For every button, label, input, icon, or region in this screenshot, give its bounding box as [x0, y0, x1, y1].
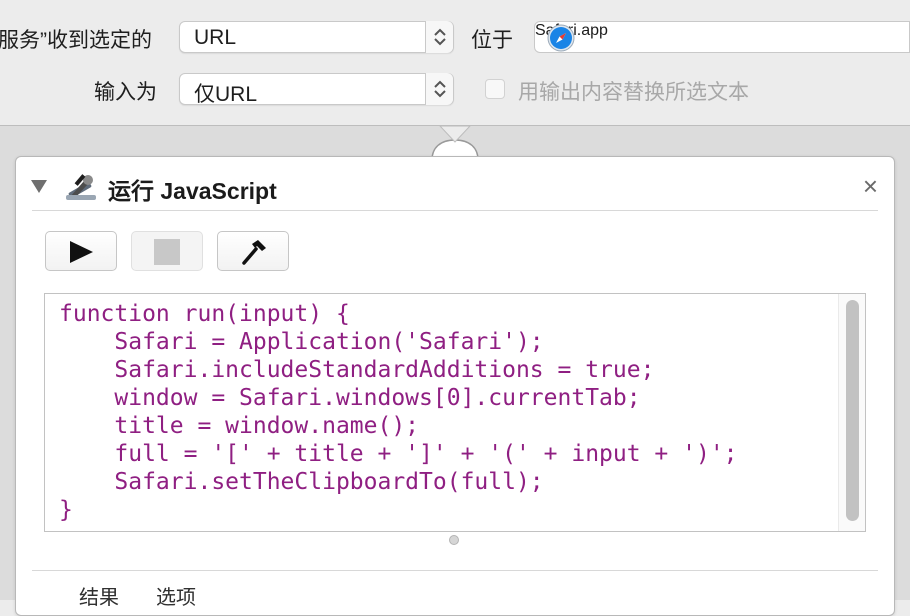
code-line: title = window.name();: [59, 413, 420, 439]
resize-handle[interactable]: [449, 535, 459, 545]
workflow-header: [0, 0, 910, 126]
script-tools-icon: [64, 171, 98, 208]
title-divider: [32, 210, 878, 211]
application-popup[interactable]: Safari.app: [534, 21, 910, 53]
tab-results[interactable]: 结果: [79, 581, 119, 610]
safari-compass-icon: [547, 24, 575, 57]
input-label: 输入为: [94, 81, 157, 104]
location-label: 位于: [471, 29, 513, 52]
code-line: Safari.includeStandardAdditions = true;: [59, 357, 655, 383]
tabs-divider: [32, 570, 878, 571]
chevron-updown-icon: [425, 21, 453, 53]
vertical-scrollbar[interactable]: [838, 294, 865, 531]
action-title: 运行 JavaScript: [108, 178, 277, 204]
hammer-icon: [240, 238, 268, 271]
play-icon: [68, 240, 94, 269]
action-connector: [431, 125, 479, 160]
code-line: Safari.setTheClipboardTo(full);: [59, 469, 544, 495]
receives-popup[interactable]: URL: [179, 21, 454, 53]
script-editor[interactable]: function run(input) { Safari = Applicati…: [44, 293, 866, 532]
chevron-updown-icon: [425, 73, 453, 105]
input-type-value: 仅URL: [194, 83, 258, 106]
run-javascript-action: 运行 JavaScript × function run(input) { Sa…: [15, 156, 895, 616]
code-line: function run(input) {: [59, 301, 350, 327]
disclosure-triangle-icon[interactable]: [30, 179, 48, 200]
receives-value: URL: [194, 26, 237, 49]
compile-button[interactable]: [217, 231, 289, 271]
input-type-popup[interactable]: 仅URL: [179, 73, 454, 106]
replace-selection-checkbox[interactable]: [485, 79, 505, 99]
scrollbar-thumb[interactable]: [846, 300, 859, 521]
tab-options[interactable]: 选项: [156, 581, 196, 610]
code-line: full = '[' + title + ']' + '(' + input +…: [59, 441, 738, 467]
stop-button[interactable]: [131, 231, 203, 271]
receives-label: 服务”收到选定的: [0, 29, 152, 52]
stop-icon: [154, 239, 180, 270]
close-icon[interactable]: ×: [863, 171, 878, 202]
script-code[interactable]: function run(input) { Safari = Applicati…: [59, 300, 738, 524]
replace-selection-label: 用输出内容替换所选文本: [518, 81, 749, 104]
code-line: Safari = Application('Safari');: [59, 329, 544, 355]
code-line: window = Safari.windows[0].currentTab;: [59, 385, 641, 411]
run-button[interactable]: [45, 231, 117, 271]
code-line: }: [59, 497, 73, 523]
